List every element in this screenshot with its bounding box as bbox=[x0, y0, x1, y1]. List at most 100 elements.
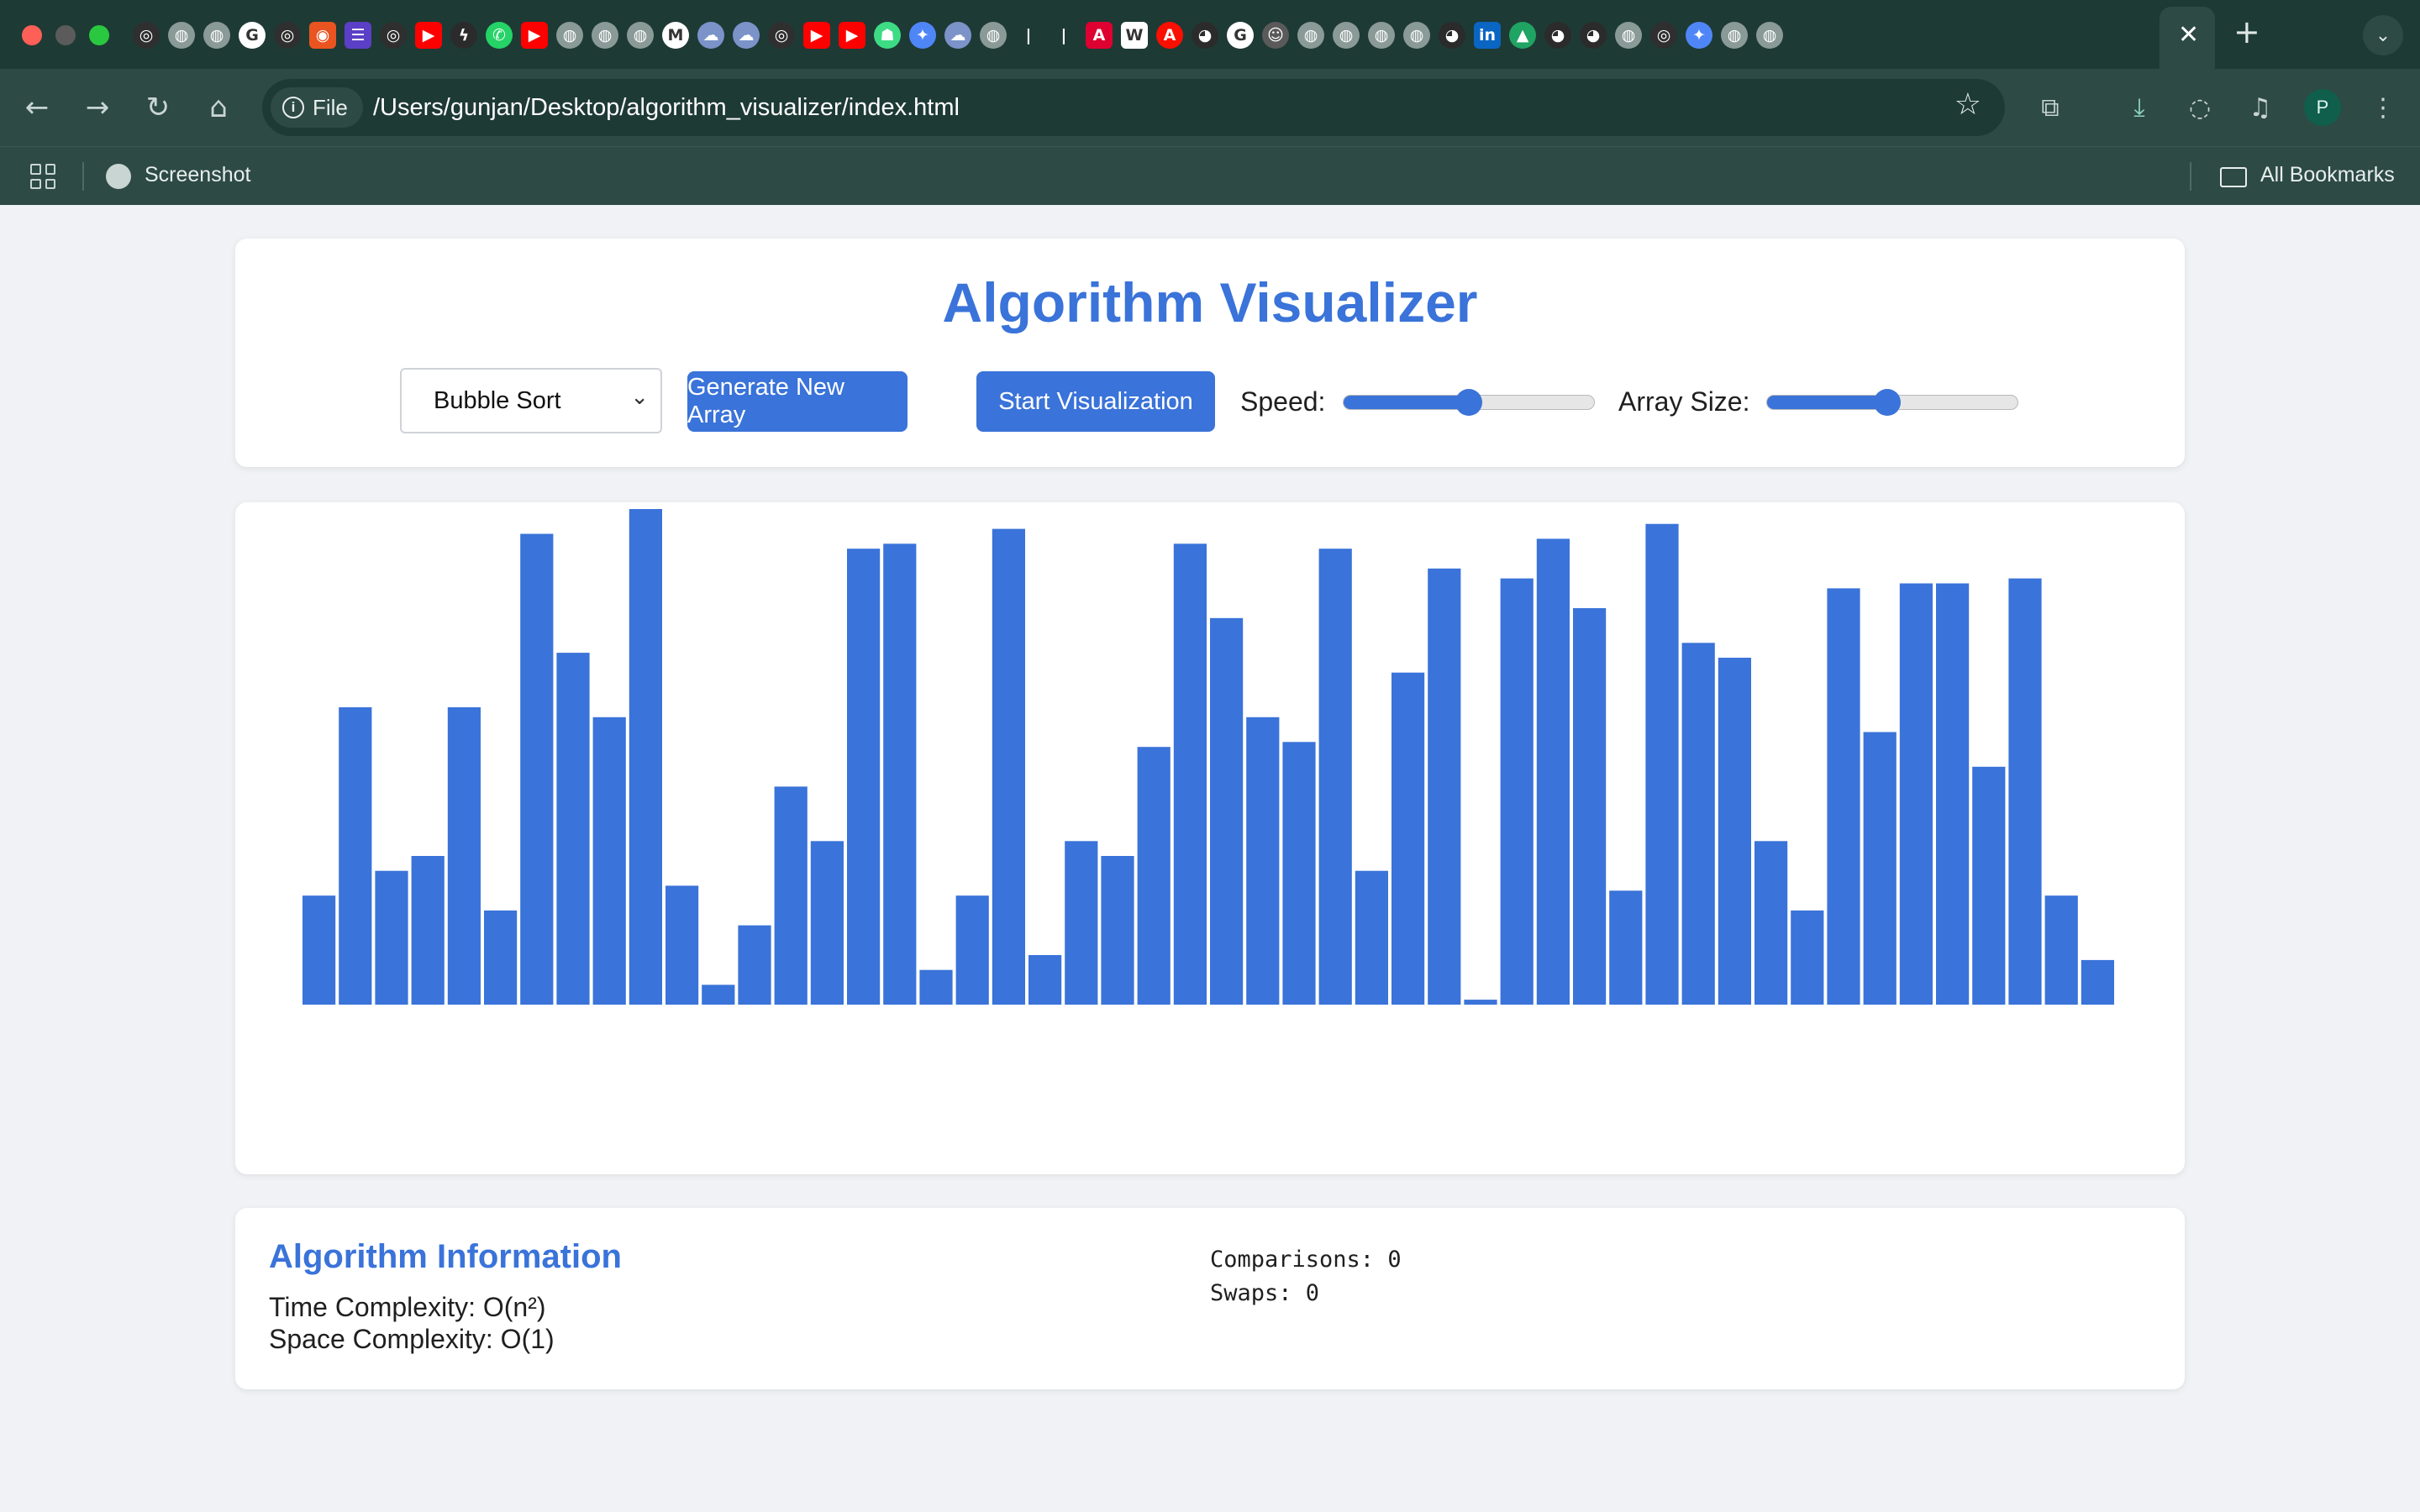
reload-button[interactable]: ↻ bbox=[138, 87, 178, 128]
array-size-slider-thumb[interactable] bbox=[1874, 389, 1902, 416]
globe-icon[interactable]: ◍ bbox=[168, 22, 195, 49]
wix-icon[interactable]: W bbox=[1121, 22, 1148, 49]
list-icon[interactable]: ☰ bbox=[345, 22, 371, 49]
globe-icon[interactable]: ◍ bbox=[1721, 22, 1748, 49]
gemini-icon[interactable]: ✦ bbox=[909, 22, 936, 49]
url-text[interactable]: /Users/gunjan/Desktop/algorithm_visualiz… bbox=[373, 94, 960, 122]
tab-search-button[interactable]: ⌄ bbox=[2363, 15, 2403, 55]
linkedin-icon[interactable]: in bbox=[1474, 22, 1501, 49]
performance-icon[interactable]: ◌ bbox=[2181, 89, 2218, 126]
array-bar-0 bbox=[302, 895, 336, 1005]
avatar-icon[interactable]: ☺ bbox=[1262, 22, 1289, 49]
gmail-icon[interactable]: M bbox=[662, 22, 689, 49]
youtube-icon[interactable]: ▶ bbox=[415, 22, 442, 49]
array-bar-40 bbox=[1754, 841, 1788, 1005]
download-icon[interactable]: ⤓ bbox=[2121, 89, 2158, 126]
page-title: Algorithm Visualizer bbox=[942, 271, 1478, 333]
github-icon[interactable]: ◕ bbox=[1192, 22, 1218, 49]
site-info-chip[interactable]: i File bbox=[271, 87, 363, 128]
globe-icon[interactable]: ◍ bbox=[1297, 22, 1324, 49]
globe-icon[interactable]: ◍ bbox=[980, 22, 1007, 49]
swaps-count: Swaps: 0 bbox=[1210, 1280, 1320, 1306]
info-title: Algorithm Information bbox=[269, 1238, 622, 1275]
ubuntu-icon[interactable]: ◉ bbox=[309, 22, 336, 49]
start-visualization-button[interactable]: Start Visualization bbox=[976, 371, 1215, 432]
github-icon[interactable]: ◕ bbox=[1580, 22, 1607, 49]
array-bar-22 bbox=[1101, 856, 1134, 1005]
speed-label: Speed: bbox=[1240, 386, 1326, 417]
youtube-icon[interactable]: ▶ bbox=[521, 22, 548, 49]
globe-icon[interactable]: ◍ bbox=[1615, 22, 1642, 49]
globe-icon[interactable]: ◍ bbox=[1368, 22, 1395, 49]
globe-icon[interactable]: ◍ bbox=[627, 22, 654, 49]
google-icon[interactable]: G bbox=[1227, 22, 1254, 49]
globe-icon[interactable]: ◍ bbox=[203, 22, 230, 49]
extensions-icon[interactable]: ⧉ bbox=[2032, 89, 2069, 126]
openai-icon[interactable]: ◎ bbox=[380, 22, 407, 49]
time-complexity: Time Complexity: O(n²) bbox=[269, 1292, 546, 1322]
lightning-icon[interactable]: ϟ bbox=[450, 22, 477, 49]
array-bar-29 bbox=[1355, 870, 1388, 1005]
generate-array-button[interactable]: Generate New Array bbox=[687, 371, 908, 432]
cloud-icon[interactable]: ☁ bbox=[733, 22, 760, 49]
android-icon[interactable]: ☗ bbox=[874, 22, 901, 49]
globe-icon[interactable]: ◍ bbox=[1403, 22, 1430, 49]
youtube-icon[interactable]: ▶ bbox=[803, 22, 830, 49]
algorithm-select[interactable]: Bubble Sort ⌄ bbox=[400, 368, 662, 433]
address-bar[interactable]: i File /Users/gunjan/Desktop/algorithm_v… bbox=[262, 79, 2005, 136]
array-bar-11 bbox=[702, 984, 735, 1005]
adobe-icon[interactable]: A bbox=[1156, 22, 1183, 49]
media-controls-icon[interactable]: ♫ bbox=[2242, 89, 2279, 126]
controls-card: Algorithm Visualizer Bubble Sort ⌄ Gener… bbox=[235, 239, 2185, 467]
whatsapp-icon[interactable]: ✆ bbox=[486, 22, 513, 49]
globe-icon[interactable]: ◍ bbox=[556, 22, 583, 49]
site-info-label: File bbox=[313, 94, 348, 120]
array-bar-35 bbox=[1573, 608, 1607, 1005]
bar-icon[interactable]: | bbox=[1050, 22, 1077, 49]
bar-icon[interactable]: | bbox=[1015, 22, 1042, 49]
globe-icon[interactable]: ◍ bbox=[1756, 22, 1783, 49]
array-size-slider[interactable] bbox=[1766, 389, 2018, 416]
speed-slider-thumb[interactable] bbox=[1455, 389, 1482, 416]
menu-icon[interactable]: ⋮ bbox=[2365, 89, 2402, 126]
speed-slider-fill bbox=[1344, 396, 1469, 409]
bookmark-star-icon[interactable]: ☆ bbox=[1954, 87, 1981, 122]
array-bar-44 bbox=[1899, 583, 1933, 1005]
openai-icon[interactable]: ◎ bbox=[133, 22, 160, 49]
openai-icon[interactable]: ◎ bbox=[1650, 22, 1677, 49]
cloud-icon[interactable]: ☁ bbox=[697, 22, 724, 49]
openai-icon[interactable]: ◎ bbox=[768, 22, 795, 49]
speed-slider[interactable] bbox=[1343, 389, 1595, 416]
apps-grid-icon[interactable] bbox=[30, 164, 55, 189]
array-bar-33 bbox=[1500, 578, 1534, 1005]
openai-icon[interactable]: ◎ bbox=[274, 22, 301, 49]
github-icon[interactable]: ◕ bbox=[1439, 22, 1465, 49]
tab-strip: ◎ ◍ ◍ G ◎ ◉ ☰ ◎ ▶ ϟ ✆ ▶ ◍ ◍ ◍ M ☁ ☁ ◎ ▶ ▶ ☗ ✦ ☁ ◍ | | A W A ◕ G ☺ ◍ ◍ ◍ ◍ ◕ in… bbox=[0, 0, 2420, 69]
new-tab-button[interactable]: + bbox=[2233, 13, 2260, 50]
algorithm-select-value: Bubble Sort bbox=[434, 386, 561, 414]
home-button[interactable]: ⌂ bbox=[198, 87, 239, 128]
cloud-icon[interactable]: ☁ bbox=[944, 22, 971, 49]
array-bar-19 bbox=[992, 528, 1025, 1005]
array-bar-39 bbox=[1718, 658, 1751, 1005]
array-bar-17 bbox=[919, 969, 953, 1005]
close-window-button[interactable] bbox=[22, 25, 42, 45]
array-bar-12 bbox=[738, 925, 771, 1005]
forward-button[interactable]: → bbox=[77, 87, 118, 128]
angular-icon[interactable]: A bbox=[1086, 22, 1113, 49]
google-icon[interactable]: G bbox=[239, 22, 266, 49]
close-tab-icon[interactable]: ✕ bbox=[2178, 20, 2199, 50]
globe-icon[interactable]: ◍ bbox=[1333, 22, 1360, 49]
minimize-window-button[interactable] bbox=[55, 25, 76, 45]
all-bookmarks-button[interactable]: All Bookmarks bbox=[2260, 163, 2395, 187]
youtube-icon[interactable]: ▶ bbox=[839, 22, 865, 49]
bookmark-screenshot[interactable]: Screenshot bbox=[145, 163, 250, 187]
maximize-window-button[interactable] bbox=[89, 25, 109, 45]
github-icon[interactable]: ◕ bbox=[1544, 22, 1571, 49]
array-bar-5 bbox=[484, 910, 518, 1005]
profile-avatar[interactable]: P bbox=[2304, 89, 2341, 126]
gemini-icon[interactable]: ✦ bbox=[1686, 22, 1712, 49]
globe-icon[interactable]: ◍ bbox=[592, 22, 618, 49]
drive-icon[interactable]: ▲ bbox=[1509, 22, 1536, 49]
back-button[interactable]: ← bbox=[17, 87, 57, 128]
